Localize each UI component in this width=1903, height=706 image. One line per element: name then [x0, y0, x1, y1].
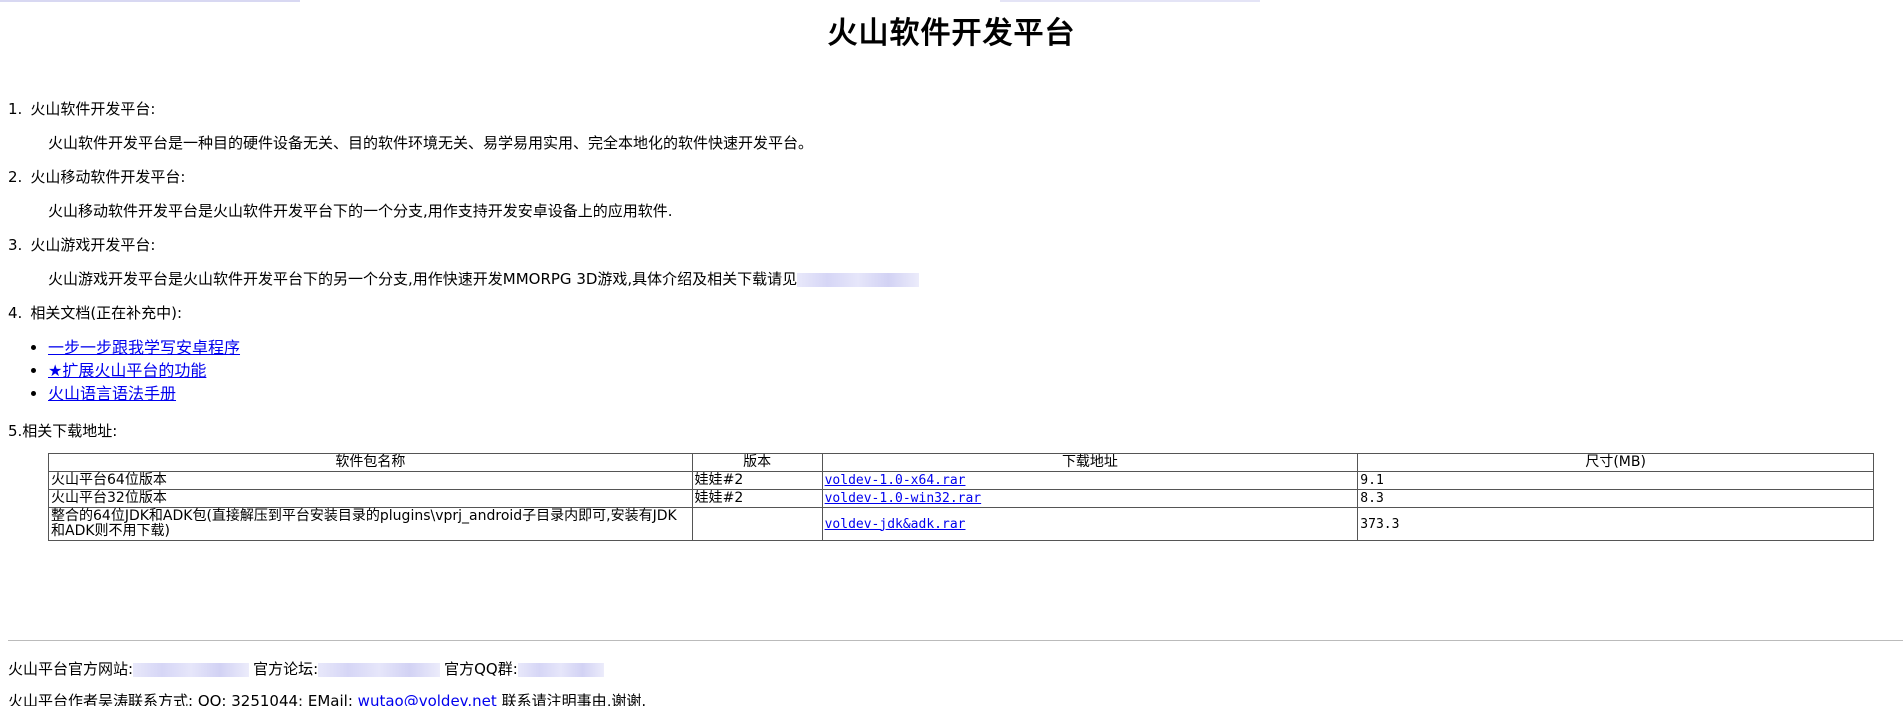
page: 火山软件开发平台 1. 火山软件开发平台: 火山软件开发平台是一种目的硬件设备无关…: [0, 0, 1903, 706]
email-link[interactable]: wutao@voldev.net: [358, 692, 497, 706]
qq-group-label: 官方QQ群:: [444, 660, 518, 678]
column-header-size: 尺寸(MB): [1357, 453, 1874, 472]
download-link[interactable]: voldev-1.0-x64.rar: [825, 473, 966, 488]
section-number: 2.: [8, 168, 23, 186]
download-link[interactable]: voldev-1.0-win32.rar: [825, 491, 982, 506]
section-title: 火山软件开发平台:: [30, 100, 156, 118]
section-heading-3: 3. 火山游戏开发平台:: [8, 234, 155, 255]
footer-divider: [8, 640, 1903, 641]
page-title: 火山软件开发平台: [827, 16, 1076, 51]
official-site-label: 火山平台官方网站:: [8, 660, 134, 678]
section-desc-text: 火山游戏开发平台是火山软件开发平台下的另一个分支,用作快速开发MMORPG 3D…: [48, 270, 798, 288]
section-number: 3.: [8, 236, 23, 254]
section-title: 火山移动软件开发平台:: [30, 168, 186, 186]
downloads-heading: 5.相关下载地址:: [8, 422, 118, 440]
table-row: 整合的64位JDK和ADK包(直接解压到平台安装目录的plugins\vprj_…: [48, 507, 1874, 541]
download-link[interactable]: voldev-jdk&adk.rar: [825, 517, 966, 532]
column-header-link: 下载地址: [821, 453, 1359, 472]
table-header-row: 软件包名称 版本 下载地址 尺寸(MB): [48, 453, 1874, 472]
table-row: 火山平台32位版本 娃娃#2 voldev-1.0-win32.rar 8.3: [48, 489, 1874, 508]
section-heading-1: 1. 火山软件开发平台:: [8, 98, 155, 119]
section-heading-4: 4. 相关文档(正在补充中):: [8, 302, 182, 323]
docs-list: 一步一步跟我学写安卓程序 ★扩展火山平台的功能 火山语言语法手册: [20, 336, 240, 405]
contact-text: 火山平台作者吴涛联系方式: QQ: 3251044; EMail:: [8, 692, 353, 706]
list-item: ★扩展火山平台的功能: [48, 359, 240, 382]
package-version: [691, 507, 823, 541]
doc-link-extend-platform[interactable]: ★扩展火山平台的功能: [48, 361, 206, 380]
footer-links-line: 火山平台官方网站: 官方论坛: 官方QQ群:: [8, 658, 604, 679]
doc-link-language-manual[interactable]: 火山语言语法手册: [48, 384, 176, 403]
column-header-name: 软件包名称: [48, 453, 693, 472]
top-accent-bar: [0, 0, 1903, 2]
download-cell: voldev-jdk&adk.rar: [821, 507, 1359, 541]
forum-link[interactable]: [318, 662, 441, 677]
redacted-link[interactable]: [797, 272, 920, 287]
package-size: 373.3: [1357, 507, 1874, 541]
download-cell: voldev-1.0-x64.rar: [821, 471, 1359, 490]
column-header-version: 版本: [691, 453, 823, 472]
contact-suffix: 联系请注明事由,谢谢.: [501, 692, 647, 706]
list-item: 火山语言语法手册: [48, 382, 240, 405]
package-name: 火山平台32位版本: [48, 489, 693, 508]
section-title: 火山游戏开发平台:: [30, 236, 156, 254]
qq-group-link[interactable]: [517, 662, 604, 677]
section-desc-3: 火山游戏开发平台是火山软件开发平台下的另一个分支,用作快速开发MMORPG 3D…: [48, 268, 920, 289]
section-desc-2: 火山移动软件开发平台是火山软件开发平台下的一个分支,用作支持开发安卓设备上的应用…: [48, 202, 673, 220]
package-name: 火山平台64位版本: [48, 471, 693, 490]
package-version: 娃娃#2: [691, 489, 823, 508]
section-heading-2: 2. 火山移动软件开发平台:: [8, 166, 185, 187]
package-size: 8.3: [1357, 489, 1874, 508]
download-cell: voldev-1.0-win32.rar: [821, 489, 1359, 508]
package-version: 娃娃#2: [691, 471, 823, 490]
section-number: 1.: [8, 100, 23, 118]
package-size: 9.1: [1357, 471, 1874, 490]
section-number: 4.: [8, 304, 23, 322]
section-title: 相关文档(正在补充中):: [30, 304, 183, 322]
official-site-link[interactable]: [133, 662, 250, 677]
forum-label: 官方论坛:: [253, 660, 319, 678]
table-row: 火山平台64位版本 娃娃#2 voldev-1.0-x64.rar 9.1: [48, 471, 1874, 490]
footer-contact-line: 火山平台作者吴涛联系方式: QQ: 3251044; EMail: wutao@…: [8, 690, 646, 706]
doc-link-android-tutorial[interactable]: 一步一步跟我学写安卓程序: [48, 338, 240, 357]
section-desc-1: 火山软件开发平台是一种目的硬件设备无关、目的软件环境无关、易学易用实用、完全本地…: [48, 134, 814, 152]
package-name: 整合的64位JDK和ADK包(直接解压到平台安装目录的plugins\vprj_…: [48, 507, 693, 541]
downloads-table: 软件包名称 版本 下载地址 尺寸(MB) 火山平台64位版本 娃娃#2 vold…: [48, 453, 1874, 541]
list-item: 一步一步跟我学写安卓程序: [48, 336, 240, 359]
